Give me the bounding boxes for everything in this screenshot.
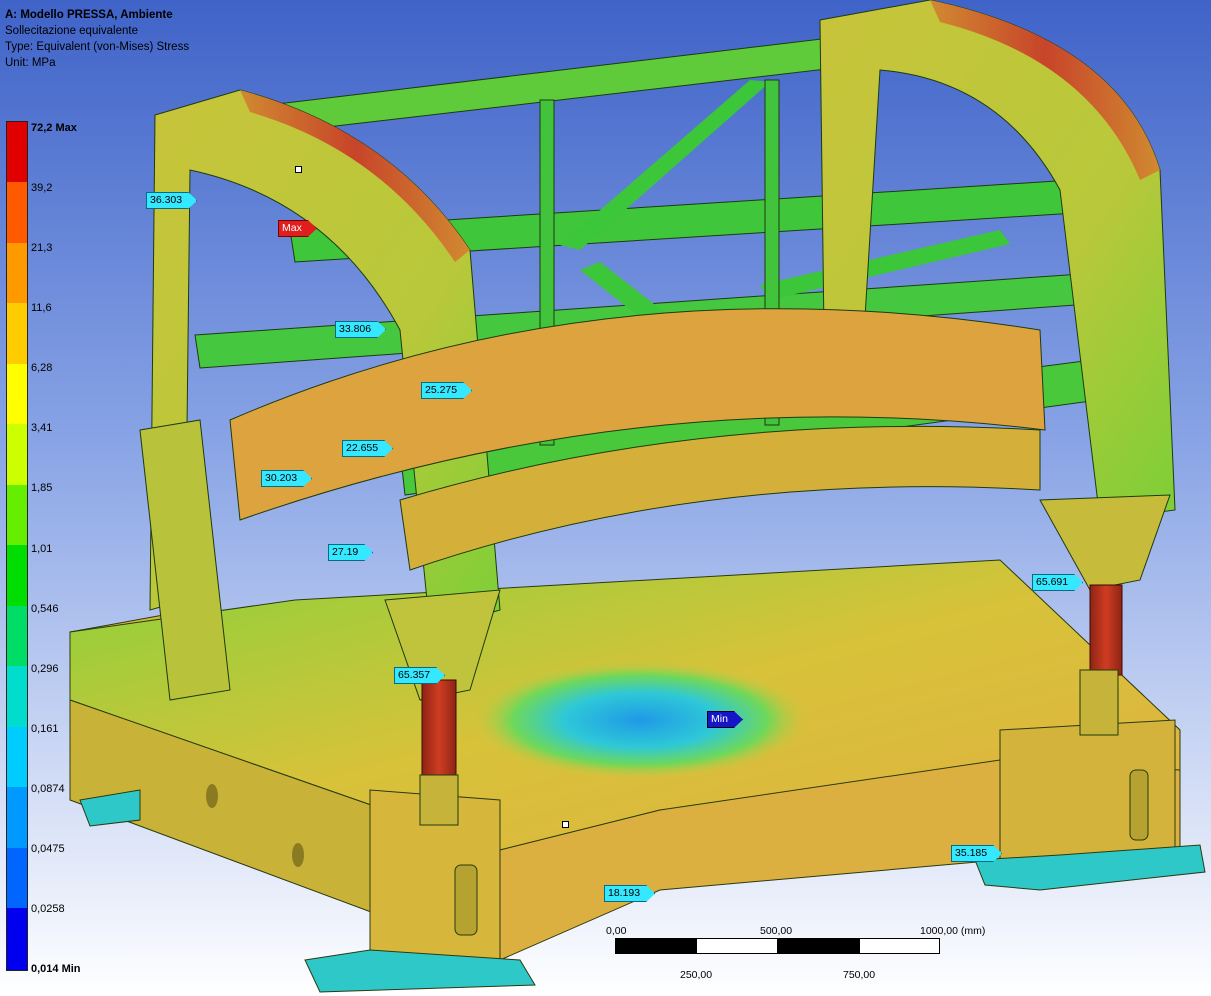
contour-legend-bar[interactable]	[6, 121, 28, 971]
scale-label: 0,00	[606, 925, 627, 937]
legend-label-max: 72,2 Max	[31, 122, 77, 134]
legend-label: 1,01	[31, 543, 53, 555]
scale-label: 500,00	[760, 925, 793, 937]
probe-label[interactable]: 33.806	[335, 321, 386, 338]
legend-label: 3,41	[31, 422, 53, 434]
probe-label[interactable]: 25.275	[421, 382, 472, 399]
scale-segment	[778, 938, 859, 954]
probe-label[interactable]: 18.193	[604, 885, 655, 902]
probe-label[interactable]: 30.203	[261, 470, 312, 487]
legend-label: 0,546	[31, 603, 59, 615]
legend-band	[7, 727, 27, 787]
legend-band	[7, 848, 27, 908]
legend-label: 6,28	[31, 362, 53, 374]
scale-segment	[859, 938, 940, 954]
probe-label[interactable]: 65.357	[394, 667, 445, 684]
legend-band	[7, 787, 27, 848]
scale-segment	[696, 938, 778, 954]
legend-band	[7, 122, 27, 182]
legend-band	[7, 606, 27, 666]
legend-band	[7, 424, 27, 485]
legend-label: 11,6	[31, 302, 52, 314]
legend-label: 1,85	[31, 482, 53, 494]
legend-band	[7, 182, 27, 243]
legend-band	[7, 243, 27, 303]
scale-label: 1000,00 (mm)	[920, 925, 986, 937]
legend-band	[7, 908, 27, 970]
result-unit: Unit: MPa	[5, 57, 56, 69]
legend-label: 0,0258	[31, 903, 65, 915]
probe-label[interactable]: 36.303	[146, 192, 197, 209]
graphics-viewport[interactable]: 36.303 Max 33.806 25.275 22.655 30.203 2…	[0, 0, 1211, 996]
probe-label[interactable]: 22.655	[342, 440, 393, 457]
legend-band	[7, 545, 27, 606]
legend-band	[7, 666, 27, 727]
scale-segment	[615, 938, 696, 954]
probe-point-max	[295, 166, 302, 173]
legend-label: 0,0874	[31, 783, 65, 795]
scale-label: 250,00	[680, 969, 713, 981]
probe-label[interactable]: 27.19	[328, 544, 373, 561]
press-model-stress-contour[interactable]	[0, 0, 1211, 996]
result-type: Type: Equivalent (von-Mises) Stress	[5, 41, 190, 53]
scale-label: 750,00	[843, 969, 876, 981]
result-name: Sollecitazione equivalente	[5, 25, 138, 37]
legend-label-min: 0,014 Min	[31, 963, 81, 975]
legend-band	[7, 303, 27, 364]
probe-label[interactable]: 35.185	[951, 845, 1002, 862]
legend-label: 21,3	[31, 242, 53, 254]
model-title: A: Modello PRESSA, Ambiente	[5, 9, 173, 21]
result-header: A: Modello PRESSA, Ambiente Sollecitazio…	[5, 7, 189, 71]
legend-label: 0,161	[31, 723, 59, 735]
probe-point-unlabeled	[562, 821, 569, 828]
scale-ruler: 0,00 500,00 1000,00 (mm) 250,00 750,00	[600, 921, 1000, 983]
probe-label[interactable]: 65.691	[1032, 574, 1083, 591]
legend-label: 0,0475	[31, 843, 65, 855]
legend-band	[7, 364, 27, 424]
legend-label: 0,296	[31, 663, 59, 675]
legend-band	[7, 485, 27, 545]
legend-label: 39,2	[31, 182, 53, 194]
